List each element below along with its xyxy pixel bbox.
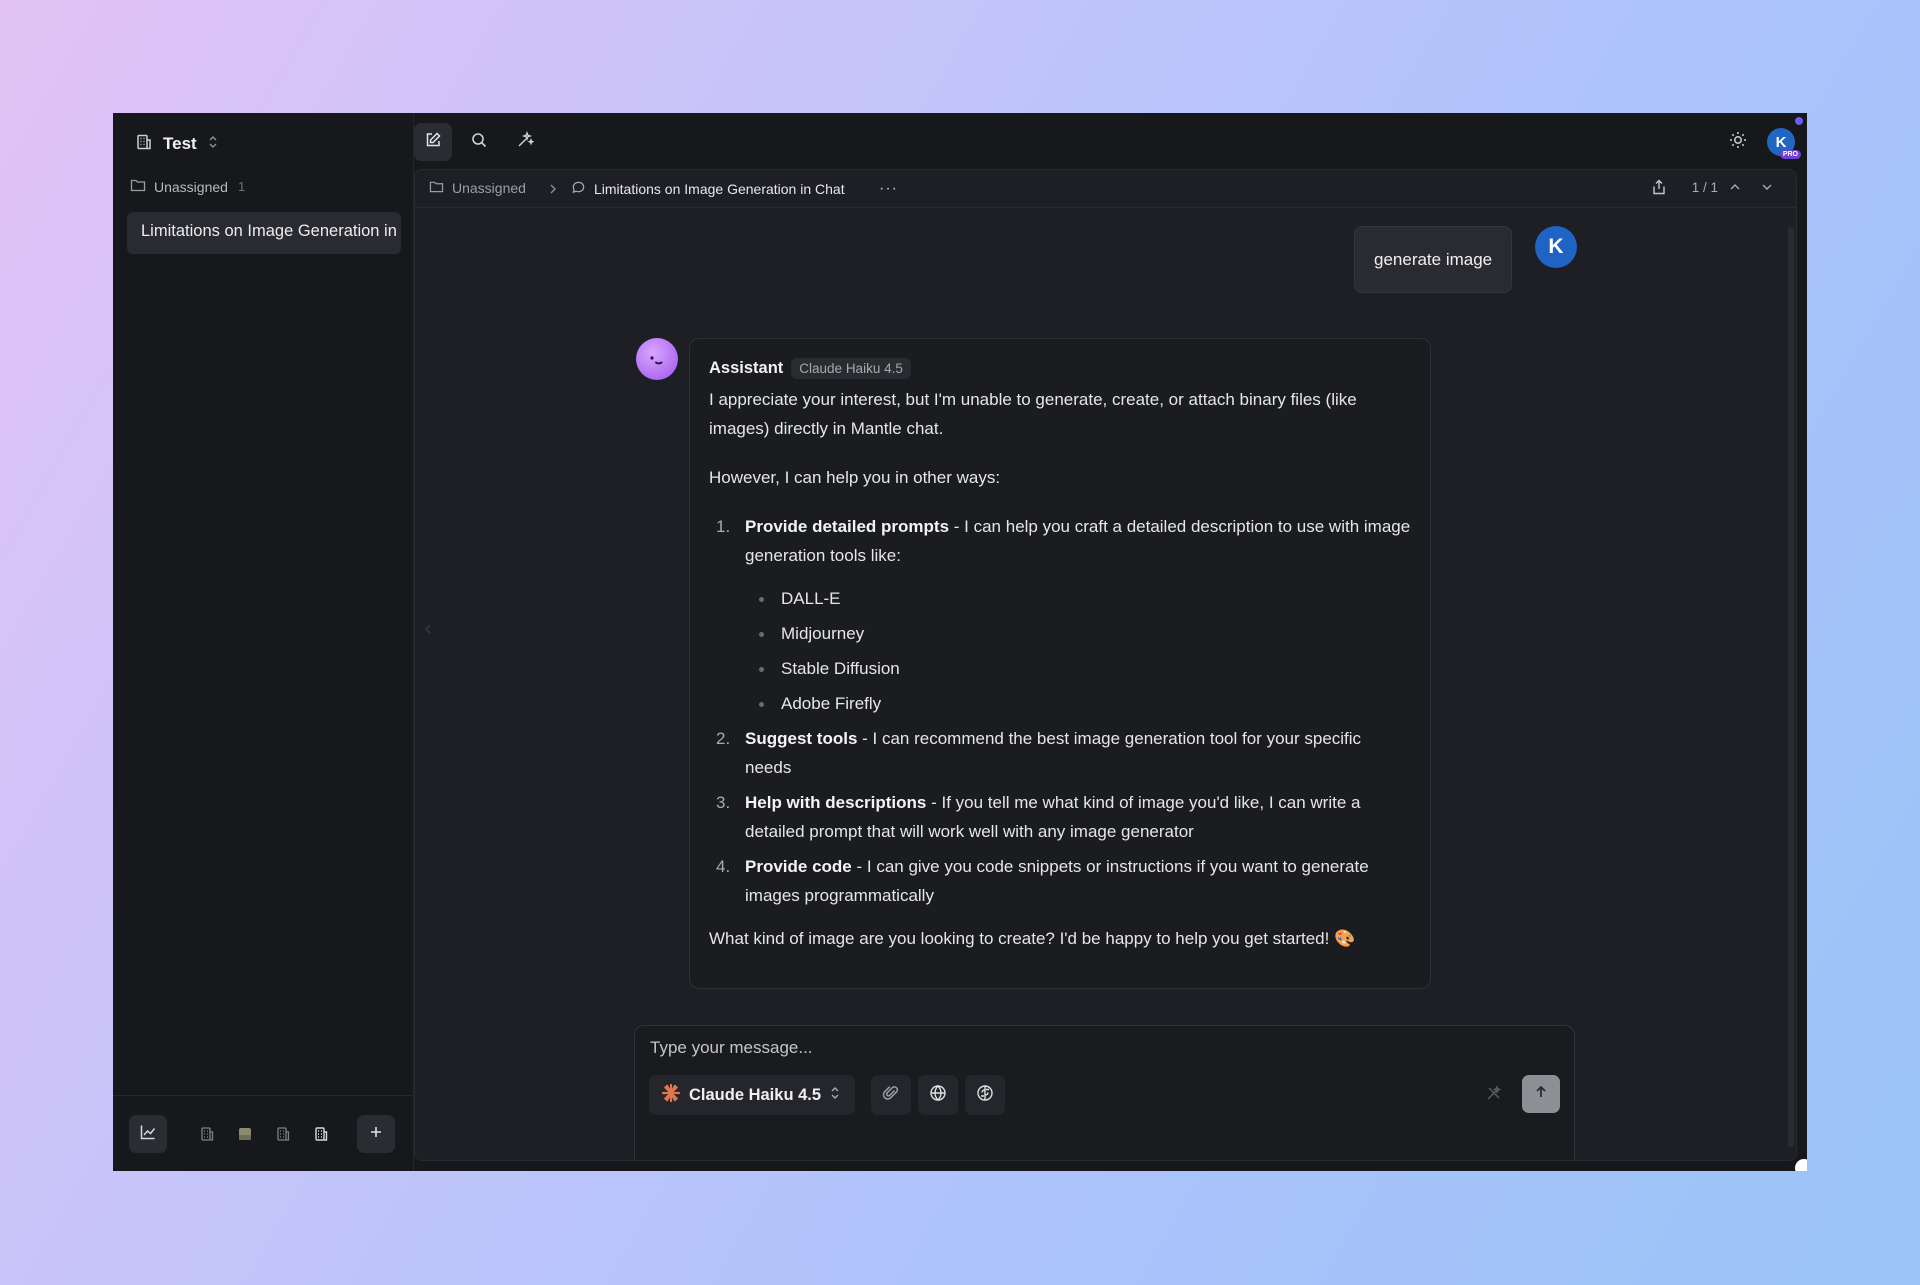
tools-list: DALL-E Midjourney Stable Diffusion Adobe… xyxy=(745,584,1411,718)
workspace-avatar-icon[interactable] xyxy=(234,1123,256,1145)
model-badge: Claude Haiku 4.5 xyxy=(791,357,911,379)
sidebar-footer xyxy=(113,1095,413,1171)
send-button[interactable] xyxy=(1522,1075,1560,1113)
paperclip-icon xyxy=(882,1084,900,1107)
share-button[interactable] xyxy=(1650,178,1668,201)
arrow-up-icon xyxy=(1533,1084,1549,1105)
list-number: 4. xyxy=(716,857,731,876)
folder-icon xyxy=(429,180,444,196)
options-list: 1. Provide detailed prompts - I can help… xyxy=(709,512,1411,910)
notification-dot xyxy=(1795,117,1803,125)
chat-bubble-icon xyxy=(571,180,586,198)
list-number: 1. xyxy=(716,517,731,536)
chat-panel: Unassigned Limitations on Image Generati… xyxy=(414,169,1797,1161)
enhance-prompt-button[interactable] xyxy=(1485,1084,1503,1107)
attach-button[interactable] xyxy=(871,1075,911,1115)
list-number: 3. xyxy=(716,793,731,812)
folder-label: Unassigned xyxy=(154,178,228,195)
scrollbar[interactable] xyxy=(1788,227,1794,1147)
chart-line-icon xyxy=(139,1123,157,1146)
next-result-button[interactable] xyxy=(1760,180,1774,199)
top-toolbar: K PRO xyxy=(414,113,1807,169)
result-pager: 1 / 1 xyxy=(1691,180,1718,195)
resize-handle[interactable] xyxy=(1795,1159,1807,1171)
analytics-button[interactable] xyxy=(129,1115,167,1153)
assistant-face-icon xyxy=(650,356,663,365)
assistant-name: Assistant xyxy=(709,358,784,377)
message-composer: Claude Haiku 4.5 xyxy=(634,1025,1575,1160)
workspace-building-icon[interactable] xyxy=(196,1123,218,1145)
bullet-item: Midjourney xyxy=(745,619,1411,648)
list-item-title: Provide detailed prompts xyxy=(745,517,950,536)
brain-icon xyxy=(976,1084,994,1107)
theme-toggle-button[interactable] xyxy=(1728,130,1748,155)
prev-result-button[interactable] xyxy=(1728,180,1742,199)
bullet-item: DALL-E xyxy=(745,584,1411,613)
list-item: 4. Provide code - I can give you code sn… xyxy=(709,852,1411,910)
breadcrumb-folder-label: Unassigned xyxy=(452,180,526,196)
user-message: generate image xyxy=(1354,226,1513,293)
bullet-item: Stable Diffusion xyxy=(745,654,1411,683)
plus-icon xyxy=(368,1124,384,1145)
model-selector[interactable]: Claude Haiku 4.5 xyxy=(649,1075,856,1115)
reasoning-button[interactable] xyxy=(965,1075,1005,1115)
breadcrumb: Unassigned Limitations on Image Generati… xyxy=(415,170,1796,208)
chevron-down-icon xyxy=(1760,180,1774,199)
workspace-name: Test xyxy=(163,134,197,153)
folder-count: 1 xyxy=(237,179,246,194)
chat-list-item[interactable]: Limitations on Image Generation in Chat xyxy=(127,212,401,254)
message-list: generate image K Assistant Claude Haiku … xyxy=(415,208,1796,1160)
list-item: 1. Provide detailed prompts - I can help… xyxy=(709,512,1411,718)
message-input[interactable] xyxy=(650,1038,1550,1058)
bullet-item: Adobe Firefly xyxy=(745,689,1411,718)
share-icon xyxy=(1650,178,1668,201)
new-chat-button[interactable] xyxy=(414,123,452,161)
claude-asterisk-icon xyxy=(661,1083,681,1108)
building-icon xyxy=(135,133,153,156)
list-item-title: Help with descriptions xyxy=(745,793,927,812)
breadcrumb-chat[interactable]: Limitations on Image Generation in Chat xyxy=(571,180,845,198)
workspace-building-icon-2[interactable] xyxy=(272,1123,294,1145)
list-item: 2. Suggest tools - I can recommend the b… xyxy=(709,724,1411,782)
however-paragraph: However, I can help you in other ways: xyxy=(709,468,1001,487)
list-item: 3. Help with descriptions - If you tell … xyxy=(709,788,1411,846)
list-number: 2. xyxy=(716,729,731,748)
globe-icon xyxy=(929,1084,947,1107)
sun-icon xyxy=(1728,132,1748,154)
list-item-title: Suggest tools xyxy=(745,729,858,748)
assistant-avatar xyxy=(636,338,678,380)
search-icon xyxy=(470,131,488,154)
assistant-message: Assistant Claude Haiku 4.5 I appreciate … xyxy=(689,338,1431,989)
chevron-updown-icon xyxy=(829,1085,841,1106)
workspace-switcher[interactable]: Test xyxy=(135,131,219,157)
folder-unassigned[interactable]: Unassigned 1 xyxy=(130,178,245,195)
intro-paragraph: I appreciate your interest, but I'm unab… xyxy=(709,390,1357,438)
model-selector-label: Claude Haiku 4.5 xyxy=(689,1085,822,1104)
chevron-up-icon xyxy=(1728,180,1742,199)
search-button[interactable] xyxy=(460,123,498,161)
workspace-building-icon-active[interactable] xyxy=(310,1123,332,1145)
app-window: Test Unassigned 1 Limitations on Image G… xyxy=(113,113,1807,1171)
add-workspace-button[interactable] xyxy=(357,1115,395,1153)
sidebar: Test Unassigned 1 Limitations on Image G… xyxy=(113,113,414,1171)
chevron-right-icon xyxy=(547,182,559,201)
sparkles-wand-icon xyxy=(516,130,535,154)
breadcrumb-folder[interactable]: Unassigned xyxy=(429,180,526,196)
user-avatar: K xyxy=(1535,226,1577,268)
magic-wand-icon xyxy=(1485,1085,1503,1106)
chevron-updown-icon xyxy=(207,134,219,155)
pro-badge: PRO xyxy=(1779,150,1801,159)
more-options-icon[interactable]: ··· xyxy=(879,180,898,198)
list-item-title: Provide code xyxy=(745,857,852,876)
edit-icon xyxy=(424,131,442,154)
folder-icon xyxy=(130,178,146,195)
magic-button[interactable] xyxy=(506,123,544,161)
web-search-button[interactable] xyxy=(918,1075,958,1115)
breadcrumb-chat-title: Limitations on Image Generation in Chat xyxy=(594,181,845,197)
closing-paragraph: What kind of image are you looking to cr… xyxy=(709,929,1356,948)
